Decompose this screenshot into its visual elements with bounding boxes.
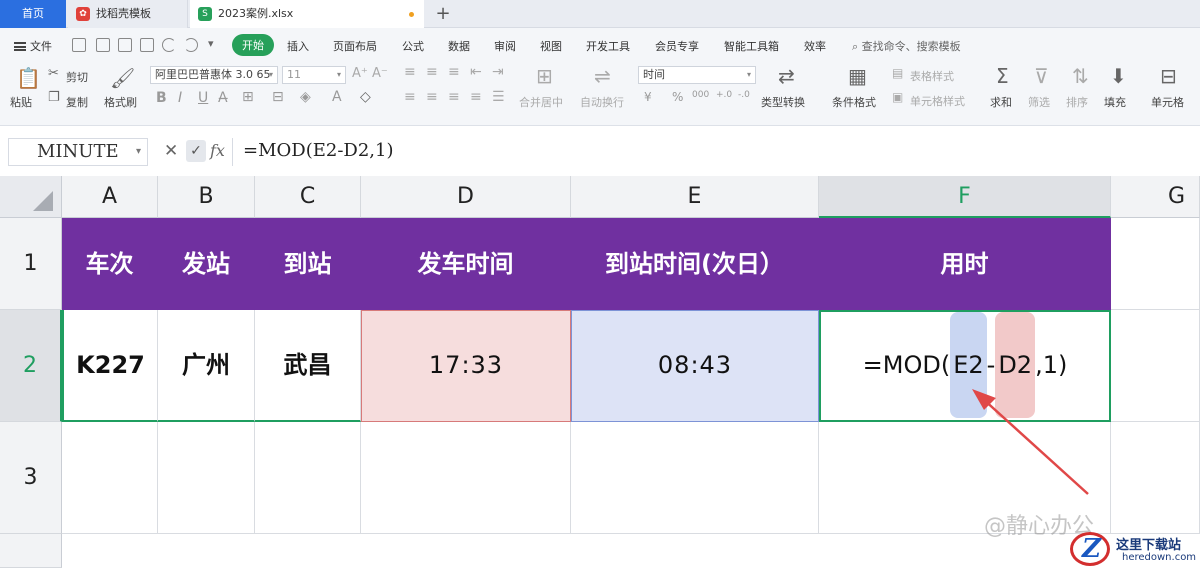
logo-site-name: 这里下载站: [1116, 538, 1182, 553]
logo-site-url: heredown.com: [1122, 552, 1197, 563]
arrow-shaft: [981, 397, 1089, 495]
site-logo: Z 这里下载站 heredown.com: [1066, 528, 1200, 568]
logo-z-icon: Z: [1082, 534, 1101, 564]
annotation-arrow: [972, 389, 1089, 495]
spreadsheet-window: 首页 ✿ 找稻壳模板 S 2023案例.xlsx + 文件 ▾ 开始 插入 页面…: [0, 0, 1200, 568]
